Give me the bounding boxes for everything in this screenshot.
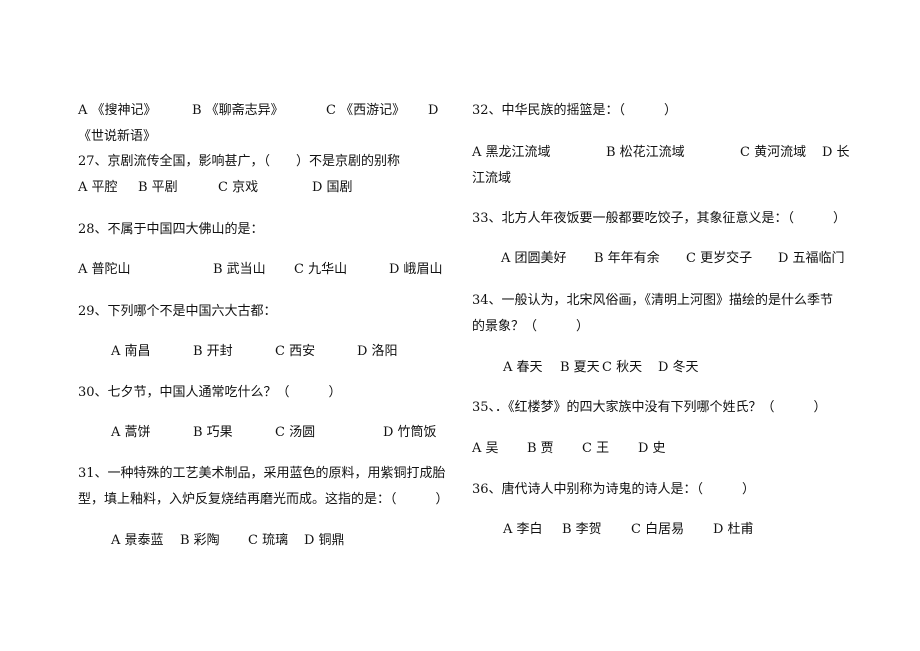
option-a: A 黑龙江流域 <box>472 145 551 160</box>
question-29-text: 29、下列哪个不是中国六大古都： <box>78 304 277 319</box>
question-34-text-line2: 的景象？（ ） <box>472 319 590 334</box>
option-b: B 李贺 <box>562 522 602 537</box>
option-a: A 吴 <box>472 441 499 456</box>
option-b: B 巧果 <box>193 425 233 440</box>
option-a: A 南昌 <box>111 344 151 359</box>
option-c: C 京戏 <box>218 180 259 195</box>
option-d: D 史 <box>638 441 666 456</box>
option-d: D <box>428 103 439 118</box>
question-36-text: 36、唐代诗人中别称为诗鬼的诗人是：（ ） <box>472 482 756 497</box>
option-d-wrap: 《世说新语》 <box>78 129 157 144</box>
option-d: D 五福临门 <box>778 251 845 266</box>
option-d: D 洛阳 <box>357 344 398 359</box>
option-d: D 冬天 <box>658 360 699 375</box>
option-b: B 贾 <box>527 441 554 456</box>
question-32-text: 32、中华民族的摇篮是：（ ） <box>472 103 678 118</box>
option-b: B 松花江流域 <box>606 145 685 160</box>
option-c: C 琉璃 <box>248 533 289 548</box>
question-35-text: 35、．《红楼梦》的四大家族中没有下列哪个姓氏？（ ） <box>472 400 827 415</box>
option-c: C 《西游记》 <box>326 103 406 118</box>
question-31-text-line1: 31、一种特殊的工艺美术制品，采用蓝色的原料，用紫铜打成胎 <box>78 466 446 481</box>
option-c: C 汤圆 <box>275 425 316 440</box>
option-b: B 彩陶 <box>180 533 220 548</box>
option-d: D 杜甫 <box>713 522 754 537</box>
option-a: A 蒿饼 <box>111 425 151 440</box>
option-c: C 黄河流域 <box>740 145 807 160</box>
question-34-text-line1: 34、一般认为，北宋风俗画，《清明上河图》描绘的是什么季节 <box>472 293 834 308</box>
option-a: A 景泰蓝 <box>111 533 164 548</box>
option-b: B 《聊斋志异》 <box>192 103 284 118</box>
option-d: D 长 <box>822 145 850 160</box>
option-c: C 秋天 <box>602 360 643 375</box>
option-d-wrap: 江流域 <box>472 171 512 186</box>
option-a: A 团圆美好 <box>501 251 567 266</box>
option-a: A 李白 <box>503 522 543 537</box>
question-33-text: 33、北方人年夜饭要一般都要吃饺子，其象征意义是：（ ） <box>472 211 847 226</box>
option-d: D 铜鼎 <box>304 533 345 548</box>
option-c: C 王 <box>582 441 610 456</box>
question-27-text: 27、京剧流传全国，影响甚广，（ ）不是京剧的别称 <box>78 154 401 169</box>
option-a: A 普陀山 <box>78 262 131 277</box>
option-d: D 竹筒饭 <box>383 425 437 440</box>
question-30-text: 30、七夕节，中国人通常吃什么？（ ） <box>78 385 342 400</box>
question-31-text-line2: 型，填上釉料，入炉反复烧结再磨光而成。这指的是：（ ） <box>78 492 449 507</box>
option-a: A 春天 <box>503 360 543 375</box>
option-c: C 白居易 <box>631 522 685 537</box>
option-b: B 武当山 <box>213 262 266 277</box>
option-c: C 九华山 <box>294 262 348 277</box>
option-a: A 《搜神记》 <box>78 103 157 118</box>
option-c: C 更岁交子 <box>686 251 753 266</box>
option-d: D 峨眉山 <box>389 262 443 277</box>
option-a: A 平腔 <box>78 180 118 195</box>
option-c: C 西安 <box>275 344 316 359</box>
option-b: B 平剧 <box>138 180 178 195</box>
question-28-text: 28、不属于中国四大佛山的是： <box>78 222 264 237</box>
option-b: B 夏天 <box>560 360 600 375</box>
option-b: B 开封 <box>193 344 233 359</box>
option-b: B 年年有余 <box>594 251 660 266</box>
option-d: D 国剧 <box>312 180 353 195</box>
